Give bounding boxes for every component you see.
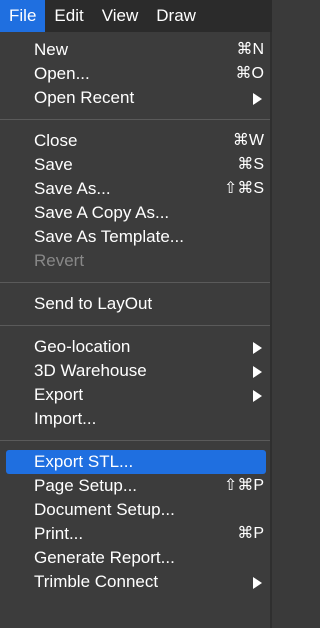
menu-separator bbox=[0, 325, 272, 326]
menu-item-document-setup[interactable]: Document Setup... bbox=[0, 498, 272, 522]
menu-item-save-a-copy-as[interactable]: Save A Copy As... bbox=[0, 201, 272, 225]
menubar-edit[interactable]: Edit bbox=[45, 0, 92, 32]
menu-item-label: Page Setup... bbox=[34, 476, 138, 495]
menu-item-label: Export STL... bbox=[34, 452, 134, 471]
menu-item-label: Geo-location bbox=[34, 337, 131, 356]
submenu-arrow-icon bbox=[253, 390, 262, 402]
menu-item-trimble-connect[interactable]: Trimble Connect bbox=[0, 570, 272, 594]
submenu-arrow-icon bbox=[253, 93, 262, 105]
menu-item-shortcut: ⌘S bbox=[237, 156, 264, 173]
menu-item-save-as-template[interactable]: Save As Template... bbox=[0, 225, 272, 249]
menu-item-label: Save A Copy As... bbox=[34, 203, 170, 222]
menu-edge bbox=[270, 32, 272, 628]
menu-item-label: Close bbox=[34, 131, 78, 150]
menu-separator bbox=[0, 282, 272, 283]
menu-item-export-stl[interactable]: Export STL... bbox=[6, 450, 266, 474]
menu-item-save[interactable]: Save ⌘S bbox=[0, 153, 272, 177]
menubar-view[interactable]: View bbox=[93, 0, 148, 32]
menu-item-export[interactable]: Export bbox=[0, 383, 272, 407]
menu-item-label: Import... bbox=[34, 409, 97, 428]
menu-item-shortcut: ⌘P bbox=[237, 525, 264, 542]
menu-item-label: Print... bbox=[34, 524, 84, 543]
menu-item-geo-location[interactable]: Geo-location bbox=[0, 335, 272, 359]
menu-item-label: Save As Template... bbox=[34, 227, 184, 246]
menu-item-label: 3D Warehouse bbox=[34, 361, 147, 380]
menu-item-generate-report[interactable]: Generate Report... bbox=[0, 546, 272, 570]
menu-item-save-as[interactable]: Save As... ⇧⌘S bbox=[0, 177, 272, 201]
menubar-file[interactable]: File bbox=[0, 0, 46, 32]
menu-item-shortcut: ⌘W bbox=[232, 132, 264, 149]
file-menu-dropdown: New ⌘N Open... ⌘O Open Recent Close ⌘W S… bbox=[0, 32, 272, 628]
submenu-arrow-icon bbox=[253, 577, 262, 589]
menu-item-label: Open Recent bbox=[34, 88, 135, 107]
submenu-arrow-icon bbox=[253, 342, 262, 354]
menu-item-label: Document Setup... bbox=[34, 500, 175, 519]
menu-item-shortcut: ⇧⌘P bbox=[223, 477, 264, 494]
menubar-draw[interactable]: Draw bbox=[147, 0, 205, 32]
submenu-arrow-icon bbox=[253, 366, 262, 378]
menu-item-send-to-layout[interactable]: Send to LayOut bbox=[0, 292, 272, 316]
menu-item-label: New bbox=[34, 40, 69, 59]
menu-bar: File Edit View Draw bbox=[0, 0, 272, 32]
menu-item-label: Trimble Connect bbox=[34, 572, 159, 591]
menu-item-close[interactable]: Close ⌘W bbox=[0, 129, 272, 153]
menu-item-shortcut: ⇧⌘S bbox=[223, 180, 264, 197]
menu-item-3d-warehouse[interactable]: 3D Warehouse bbox=[0, 359, 272, 383]
menu-item-shortcut: ⌘N bbox=[236, 41, 264, 58]
menu-item-new[interactable]: New ⌘N bbox=[0, 38, 272, 62]
menu-item-import[interactable]: Import... bbox=[0, 407, 272, 431]
menu-item-label: Revert bbox=[34, 251, 85, 270]
menu-item-label: Export bbox=[34, 385, 84, 404]
menu-item-label: Open... bbox=[34, 64, 90, 83]
menu-item-label: Save bbox=[34, 155, 73, 174]
menu-item-revert: Revert bbox=[0, 249, 272, 273]
menu-item-label: Save As... bbox=[34, 179, 111, 198]
menu-item-shortcut: ⌘O bbox=[235, 65, 264, 82]
menu-item-label: Send to LayOut bbox=[34, 294, 153, 313]
menu-separator bbox=[0, 440, 272, 441]
menu-item-open[interactable]: Open... ⌘O bbox=[0, 62, 272, 86]
menu-item-page-setup[interactable]: Page Setup... ⇧⌘P bbox=[0, 474, 272, 498]
menu-separator bbox=[0, 119, 272, 120]
menu-item-print[interactable]: Print... ⌘P bbox=[0, 522, 272, 546]
menu-item-label: Generate Report... bbox=[34, 548, 175, 567]
menu-item-open-recent[interactable]: Open Recent bbox=[0, 86, 272, 110]
